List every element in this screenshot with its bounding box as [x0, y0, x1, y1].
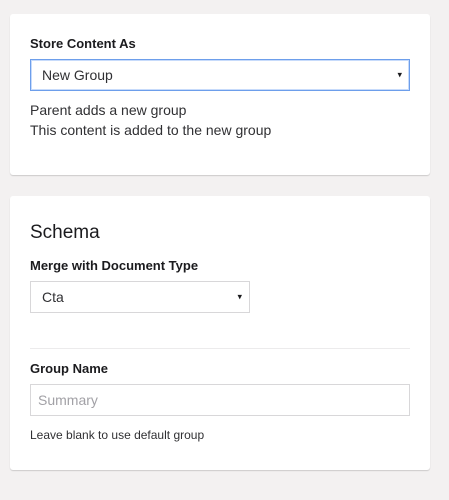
group-name-input[interactable]	[30, 384, 410, 416]
group-name-label: Group Name	[30, 361, 109, 376]
description-line-1: Parent adds a new group	[30, 102, 187, 118]
store-content-as-select[interactable]: New Group ▾	[30, 59, 410, 91]
store-content-card: Store Content As New Group ▾ Parent adds…	[10, 14, 430, 175]
merge-doc-type-value: Cta	[42, 289, 64, 305]
chevron-down-icon: ▾	[237, 291, 242, 302]
store-content-as-label: Store Content As	[30, 36, 136, 51]
group-name-hint: Leave blank to use default group	[30, 428, 205, 442]
store-content-as-value: New Group	[42, 67, 113, 83]
store-content-description: Parent adds a new group This content is …	[30, 100, 271, 140]
chevron-down-icon: ▾	[397, 69, 402, 80]
section-divider	[30, 348, 410, 349]
description-line-2: This content is added to the new group	[30, 122, 272, 138]
schema-heading: Schema	[30, 222, 100, 243]
merge-doc-type-label: Merge with Document Type	[30, 258, 199, 273]
merge-doc-type-select[interactable]: Cta ▾	[30, 281, 250, 313]
schema-card: Schema Merge with Document Type Cta ▾ Gr…	[10, 196, 430, 470]
